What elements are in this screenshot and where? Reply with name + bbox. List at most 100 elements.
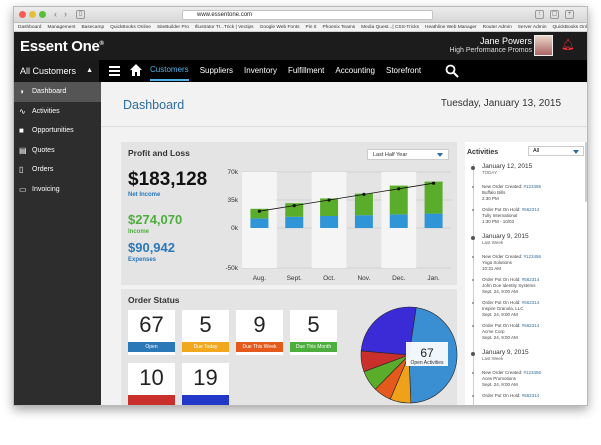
- timeline-dot: [472, 256, 474, 258]
- quote-icon: ▤: [19, 145, 27, 155]
- order-link[interactable]: #123456: [524, 184, 542, 189]
- order-link[interactable]: #562314: [522, 323, 540, 328]
- activity-item[interactable]: New Order Created: #123456 Aces Promotion…: [469, 370, 541, 388]
- expense-bar[interactable]: [354, 215, 373, 228]
- period-select[interactable]: Last Half Year: [367, 149, 449, 160]
- timeline-dot: [472, 186, 474, 188]
- order-status-title: Order Status: [128, 295, 180, 305]
- order-count: 19: [193, 365, 218, 390]
- sidebar-item-orders[interactable]: ▯ Orders: [14, 160, 101, 180]
- bookmark-item[interactable]: QuickBooks Online: [110, 25, 151, 30]
- activity-item[interactable]: New Order Created: #123456 Buffalo Bills 2…: [469, 184, 541, 202]
- bookmark-item[interactable]: Management: [47, 25, 75, 30]
- share-icon[interactable]: ↑: [535, 10, 544, 19]
- net-income-point[interactable]: [397, 187, 401, 191]
- nav-item-suppliers[interactable]: Suppliers: [200, 60, 233, 82]
- close-window-button[interactable]: [19, 11, 26, 18]
- income-bar[interactable]: [354, 193, 373, 216]
- expense-bar[interactable]: [389, 214, 408, 228]
- activity-item[interactable]: Order Put On Hold: #562314 Inspire Granol…: [469, 300, 539, 318]
- expense-bar[interactable]: [320, 216, 339, 228]
- bookmark-item[interactable]: Media Quest...| CSS-Tricks: [361, 25, 419, 30]
- income-bar[interactable]: [424, 181, 443, 214]
- notification-bell-icon[interactable]: 🔔︎: [561, 39, 575, 51]
- order-tile[interactable]: 19: [182, 363, 229, 405]
- pie-center-label: Open Activities: [410, 360, 444, 366]
- order-link[interactable]: #123456: [524, 370, 542, 375]
- search-icon[interactable]: [445, 64, 459, 78]
- timeline-dot: [471, 236, 475, 240]
- main-content: Dashboard Tuesday, January 13, 2015 Prof…: [101, 82, 587, 405]
- bookmark-item[interactable]: Pin It: [306, 25, 317, 30]
- activity-item[interactable]: Order Put On Hold: #562314 Acme Corp Sept.…: [469, 323, 539, 341]
- bookmark-item[interactable]: Google Web Fonts: [260, 25, 300, 30]
- bookmark-item[interactable]: Phoenix Teams: [322, 25, 355, 30]
- order-link[interactable]: #562314: [522, 393, 540, 398]
- x-tick-label: Dec.: [392, 275, 406, 282]
- activity-item[interactable]: Order Put On Hold: #562314 John Doe Ident…: [469, 277, 539, 295]
- sidebar-item-quotes[interactable]: ▤ Quotes: [14, 141, 101, 161]
- url-bar[interactable]: www.essentone.com: [182, 10, 433, 20]
- bookmark-item[interactable]: QuickBooks Online: [553, 25, 587, 30]
- nav-item-accounting[interactable]: Accounting: [335, 60, 375, 82]
- net-income-point[interactable]: [431, 181, 436, 185]
- order-count: 10: [139, 365, 164, 390]
- order-tile[interactable]: 5 Due This Month: [290, 310, 337, 355]
- nav-item-fulfillment[interactable]: Fulfillment: [288, 60, 324, 82]
- expense-bar[interactable]: [424, 213, 443, 228]
- order-link[interactable]: #562314: [522, 300, 540, 305]
- expense-bar[interactable]: [285, 216, 304, 228]
- net-income-point[interactable]: [292, 204, 296, 208]
- back-icon[interactable]: ‹: [54, 9, 57, 20]
- order-tile[interactable]: 5 Due Today: [182, 310, 229, 355]
- hamburger-menu-icon[interactable]: [109, 66, 120, 76]
- new-tab-icon[interactable]: +: [565, 10, 574, 19]
- sidebar-item-dashboard[interactable]: ◑ Dashboard: [14, 82, 101, 102]
- expenses-label: Expenses: [128, 257, 157, 263]
- expense-bar[interactable]: [250, 218, 269, 228]
- activity-item[interactable]: Order Put On Hold: #562314: [469, 393, 539, 399]
- sidebar-item-opportunities[interactable]: ■ Opportunities: [14, 121, 101, 141]
- app-logo[interactable]: Essent One®: [20, 38, 104, 55]
- order-link[interactable]: #562314: [522, 277, 540, 282]
- order-status-label: [128, 395, 175, 405]
- activity-item[interactable]: Order Put On Hold: #562314 Tully Internat…: [469, 207, 539, 225]
- maximize-window-button[interactable]: [39, 11, 46, 18]
- activity-filter-select[interactable]: All: [528, 146, 584, 156]
- customer-select[interactable]: All Customers ▲: [14, 60, 99, 82]
- order-link[interactable]: #562314: [522, 207, 540, 212]
- timeline-dot: [472, 325, 474, 327]
- bookmarks-bar: Dashboard Management Basecamp QuickBooks On…: [14, 23, 587, 32]
- avatar[interactable]: [534, 35, 553, 56]
- sidebar-item-label: Orders: [32, 166, 54, 173]
- nav-item-inventory[interactable]: Inventory: [244, 60, 277, 82]
- forward-icon[interactable]: ›: [64, 9, 67, 20]
- net-income-point[interactable]: [257, 209, 262, 213]
- bookmark-item[interactable]: SiteBuilder Pro: [157, 25, 189, 30]
- nav-item-customers[interactable]: Customers: [150, 60, 189, 81]
- bookmark-item[interactable]: Heathline Web Manager: [425, 25, 477, 30]
- bookmark-item[interactable]: Router Admin: [483, 25, 512, 30]
- sidebar-item-invoicing[interactable]: ▭ Invoicing: [14, 180, 101, 200]
- tabs-icon[interactable]: ▢: [550, 10, 559, 19]
- minimize-window-button[interactable]: [29, 11, 36, 18]
- activity-item[interactable]: New Order Created: #123456 Yoga Solutions…: [469, 254, 541, 272]
- bookmark-item[interactable]: Illustrator Tr...Trick | Vectips: [195, 25, 254, 30]
- home-icon[interactable]: [129, 63, 143, 77]
- net-income-point[interactable]: [327, 198, 331, 202]
- nav-item-storefront[interactable]: Storefront: [386, 60, 421, 82]
- net-income-point[interactable]: [362, 192, 366, 196]
- sidebar-item-label: Invoicing: [32, 185, 60, 193]
- bookmark-item[interactable]: Basecamp: [81, 25, 104, 30]
- sidebar-item-activities[interactable]: ∿ Activities: [14, 102, 101, 122]
- bookmark-item[interactable]: Dashboard: [18, 25, 41, 30]
- order-link[interactable]: #123456: [524, 254, 542, 259]
- user-name[interactable]: Jane Powers: [480, 36, 532, 46]
- order-tile[interactable]: 67 Open: [128, 310, 175, 355]
- bookmark-item[interactable]: Server Admin: [518, 25, 547, 30]
- order-tile[interactable]: 9 Due This Week: [236, 310, 283, 355]
- scrollbar[interactable]: [585, 142, 587, 202]
- activity-action: Order Put On Hold:: [482, 393, 522, 398]
- sidebar-toggle-icon[interactable]: ▯: [76, 10, 85, 19]
- order-tile[interactable]: 10: [128, 363, 175, 405]
